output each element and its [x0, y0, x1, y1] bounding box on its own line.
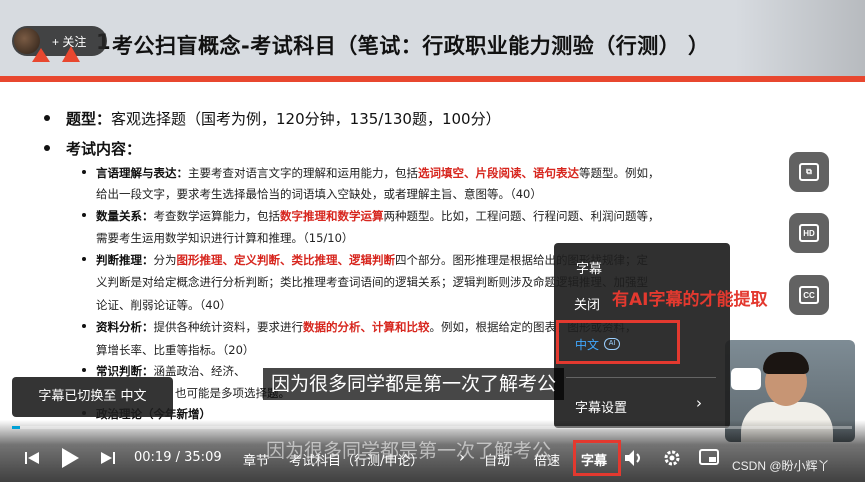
- picture-in-picture-icon: ⧉: [799, 163, 819, 181]
- list-item-continuation: 算增长率、比重等指标。（20）: [96, 343, 255, 357]
- annotation-text: 有AI字幕的才能提取: [612, 290, 768, 310]
- csdn-watermark: CSDN @盼小辉丫: [732, 459, 830, 473]
- plus-icon: +: [52, 35, 60, 49]
- subtitle-option-chinese-label[interactable]: 中文: [575, 336, 599, 353]
- menu-divider: [566, 377, 716, 378]
- previous-icon[interactable]: [24, 450, 40, 466]
- mini-player-icon[interactable]: [699, 449, 719, 467]
- follow-label: 关注: [62, 35, 87, 49]
- list-item-continuation: 给出一段文字，要求考生选择最恰当的词语填入空缺处，或者理解主旨、意图等。（40）: [96, 187, 542, 201]
- duration: 35:09: [184, 450, 222, 465]
- list-item-continuation: 论证、削弱论证等。（40）: [96, 298, 232, 312]
- subtitle-button-highlight: [573, 440, 621, 476]
- follow-button[interactable]: + 关注: [52, 33, 86, 50]
- list-item: 数量关系：考查数学运算能力，包括数字推理和数学运算两种题型。比如，工程问题、行程…: [82, 209, 660, 224]
- bullet-question-type: 题型：客观选择题（国考为例，120分钟，135/130题，100分）: [44, 108, 501, 129]
- chapter-button[interactable]: 章节: [243, 450, 269, 469]
- current-time: 00:19: [134, 450, 172, 465]
- title-underline: [0, 76, 865, 82]
- chevron-right-icon: ›: [696, 394, 702, 412]
- play-icon[interactable]: [60, 447, 80, 469]
- volume-icon[interactable]: [624, 449, 644, 467]
- chapter-title[interactable]: 考试科目（行测/申论）: [289, 450, 423, 469]
- logo-triangle-icon: [32, 48, 50, 62]
- progress-bar-fill: [12, 426, 20, 429]
- chapter-arrow-icon[interactable]: ›: [459, 448, 465, 466]
- autoplay-button[interactable]: 自动: [484, 450, 510, 469]
- picture-in-picture-button[interactable]: ⧉: [789, 152, 829, 192]
- cc-button[interactable]: CC: [789, 275, 829, 315]
- bullet-text: 客观选择题（国考为例，120分钟，135/130题，100分）: [111, 110, 501, 128]
- next-icon[interactable]: [100, 450, 116, 466]
- speed-button[interactable]: 倍速: [534, 450, 560, 469]
- video-player[interactable]: 1 考公扫盲概念-考试科目（笔试：行政职业能力测验（行测） ） + 关注 题型：…: [0, 0, 865, 482]
- subtitle-menu-title: 字幕: [576, 262, 603, 277]
- settings-icon[interactable]: [662, 448, 682, 468]
- bullet-label: 考试内容：: [66, 140, 142, 158]
- subtitle-option-off[interactable]: 关闭: [574, 294, 600, 313]
- subtitle-settings-item[interactable]: 字幕设置: [575, 397, 627, 416]
- hd-button[interactable]: HD: [789, 213, 829, 253]
- list-item-continuation: 需要考生运用数学知识进行计算和推理。（15/10）: [96, 231, 354, 245]
- progress-bar[interactable]: [12, 426, 852, 429]
- slide-title: 考公扫盲概念-考试科目（笔试：行政职业能力测验（行测） ）: [112, 34, 710, 58]
- time-display: 00:19 / 35:09: [134, 450, 222, 465]
- bullet-label: 题型：: [66, 110, 112, 128]
- subtitle-caption: 因为很多同学都是第一次了解考公: [263, 368, 565, 400]
- subtitle-switched-toast: 字幕已切换至 中文: [12, 377, 173, 417]
- hd-icon: HD: [799, 224, 819, 242]
- bullet-exam-content: 考试内容：: [44, 138, 141, 159]
- ai-badge: AI: [604, 338, 620, 350]
- cc-icon: CC: [799, 286, 819, 304]
- list-item: 言语理解与表达：主要考查对语言文字的理解和运用能力，包括选词填空、片段阅读、语句…: [82, 166, 660, 181]
